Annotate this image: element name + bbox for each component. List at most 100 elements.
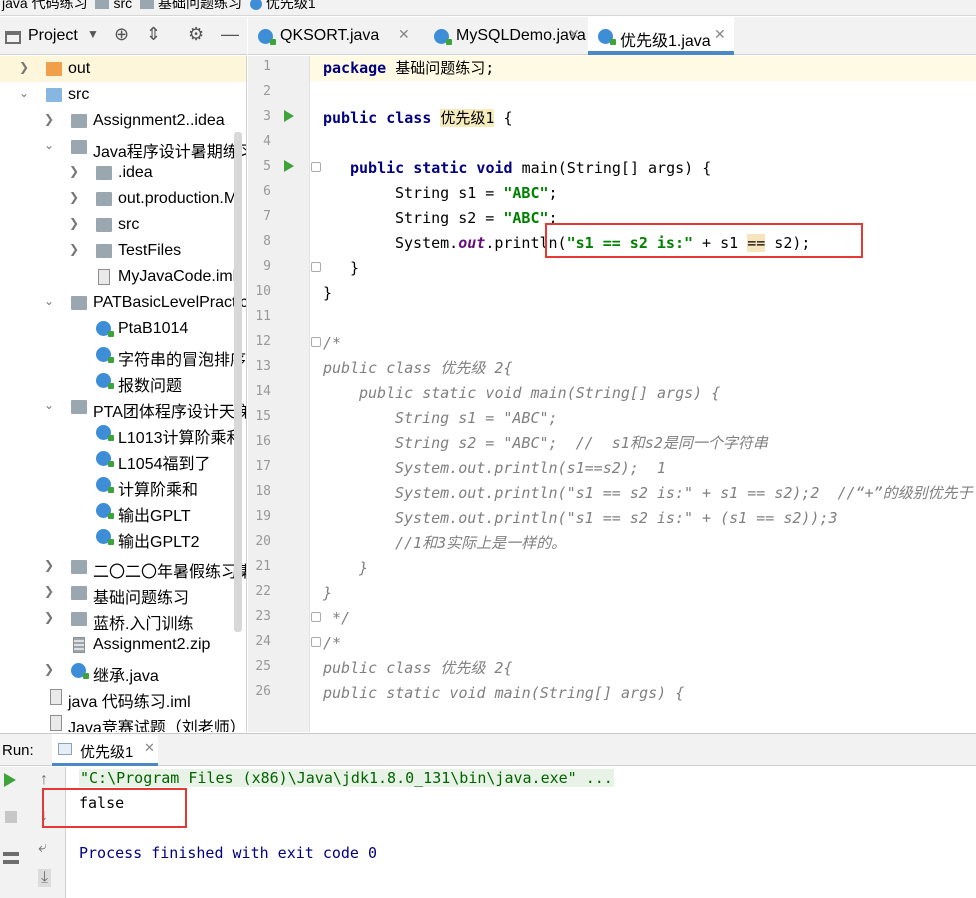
- folder-icon: [95, 0, 110, 10]
- keyword: package: [323, 59, 387, 77]
- tab-run-priority1[interactable]: 优先级1 ✕: [52, 734, 158, 766]
- code-text: String s1 =: [395, 184, 504, 202]
- tree-item[interactable]: L1013计算阶乘和: [0, 420, 246, 447]
- tree-item[interactable]: ❯ src: [0, 212, 246, 238]
- tree-item[interactable]: ⌄ Java程序设计暑期练习题: [0, 134, 246, 161]
- tree-item[interactable]: ❯ out.production.M: [0, 186, 246, 212]
- code-area[interactable]: package 基础问题练习; public class 优先级1 { publ…: [310, 56, 976, 732]
- tree-item[interactable]: ❯ 基础问题练习: [0, 580, 246, 607]
- project-view-icon: [5, 31, 21, 44]
- breadcrumb-project[interactable]: java 代码练习: [2, 0, 88, 11]
- keyword: public static void: [350, 159, 513, 177]
- tree-item-label: 二〇二〇年暑假练习集: [93, 564, 247, 581]
- chevron-right-icon[interactable]: ❯: [68, 190, 80, 204]
- close-icon[interactable]: ✕: [144, 740, 155, 756]
- tree-scrollbar[interactable]: [234, 132, 242, 632]
- tree-item[interactable]: Java竞赛试题（刘老师）.d: [0, 710, 246, 732]
- hide-icon[interactable]: —: [221, 24, 239, 45]
- run-gutter-icon[interactable]: [284, 160, 294, 172]
- tree-item[interactable]: ❯ 继承.java: [0, 658, 246, 685]
- tree-item-label: L1054福到了: [118, 456, 211, 473]
- tree-item[interactable]: ❯ Assignment2..idea: [0, 108, 246, 134]
- java-class-icon: [71, 663, 89, 679]
- tree-item[interactable]: 字符串的冒泡排序: [0, 342, 246, 369]
- java-class-icon: [96, 503, 114, 519]
- chevron-right-icon[interactable]: ❯: [68, 216, 80, 230]
- chevron-down-icon[interactable]: ⌄: [43, 398, 55, 412]
- folder-icon: [46, 88, 62, 102]
- project-view-selector[interactable]: Project: [28, 27, 78, 45]
- close-icon[interactable]: ✕: [714, 26, 726, 43]
- code-editor[interactable]: 1 2 3 4 5 6 7 8 9 10 11 12 13 14 15 16 1…: [248, 56, 976, 732]
- layout-icon[interactable]: [3, 852, 19, 864]
- line-number: 3: [263, 109, 271, 124]
- chevron-down-icon[interactable]: ⌄: [43, 294, 55, 308]
- tree-item[interactable]: ❯ 二〇二〇年暑假练习集: [0, 554, 247, 581]
- chevron-down-icon[interactable]: ⌄: [18, 86, 30, 100]
- chevron-right-icon[interactable]: ❯: [43, 662, 55, 676]
- chevron-right-icon[interactable]: ❯: [43, 112, 55, 126]
- tree-item-label: 继承.java: [93, 668, 159, 685]
- chevron-right-icon[interactable]: ❯: [68, 242, 80, 256]
- scroll-to-end-icon[interactable]: ⤓: [38, 869, 52, 887]
- close-icon[interactable]: ✕: [568, 26, 580, 43]
- tab-qksort[interactable]: QKSORT.java ✕: [248, 17, 420, 55]
- chevron-down-icon[interactable]: ⌄: [43, 138, 55, 152]
- chevron-right-icon[interactable]: ❯: [43, 584, 55, 598]
- chevron-right-icon[interactable]: ❯: [43, 610, 55, 624]
- tree-item[interactable]: L1054福到了: [0, 446, 246, 473]
- breadcrumb-class[interactable]: 优先级1: [266, 0, 316, 11]
- chevron-right-icon[interactable]: ❯: [43, 558, 55, 572]
- line-number: 8: [263, 234, 271, 249]
- run-console[interactable]: "C:\Program Files (x86)\Java\jdk1.8.0_13…: [67, 767, 976, 898]
- folder-icon: [46, 62, 62, 76]
- comment-line: System.out.println(s1==s2); 1: [395, 459, 666, 477]
- tree-item-label: 蓝桥.入门训练: [93, 616, 194, 633]
- code-text: System.: [395, 234, 459, 252]
- tree-item-label: java 代码练习.iml: [68, 694, 191, 711]
- breadcrumb-package[interactable]: 基础问题练习: [158, 0, 242, 11]
- locate-icon[interactable]: ⊕: [114, 24, 129, 45]
- stop-icon[interactable]: [5, 811, 17, 823]
- tree-item[interactable]: PtaB1014: [0, 316, 246, 342]
- collapse-all-icon[interactable]: ⇕: [146, 24, 161, 45]
- tree-item-out[interactable]: ❯ out: [0, 56, 246, 82]
- tree-item[interactable]: 计算阶乘和: [0, 472, 246, 499]
- tree-item[interactable]: ❯ 蓝桥.入门训练: [0, 606, 246, 633]
- tree-item-label: PTA团体程序设计天梯赛: [93, 404, 246, 421]
- tree-item[interactable]: java 代码练习.iml: [0, 684, 246, 711]
- chevron-right-icon[interactable]: ❯: [68, 164, 80, 178]
- folder-icon: [71, 140, 87, 154]
- breadcrumb-src[interactable]: src: [113, 0, 132, 11]
- tree-item[interactable]: ⌄ PATBasicLevelPractice: [0, 290, 246, 316]
- tree-item-src[interactable]: ⌄ src: [0, 82, 246, 108]
- code-text: String s2 =: [395, 209, 504, 227]
- keyword: public class: [323, 109, 432, 127]
- line-number: 6: [263, 184, 271, 199]
- chevron-down-icon[interactable]: ▼: [87, 27, 99, 41]
- tab-mysqldemo[interactable]: MySQLDemo.java ✕: [424, 17, 588, 55]
- code-text: main(String[] args) {: [512, 159, 712, 177]
- chevron-right-icon[interactable]: ❯: [18, 60, 30, 74]
- tree-item[interactable]: Assignment2.zip: [0, 632, 246, 658]
- rerun-icon[interactable]: [4, 773, 16, 787]
- tree-item[interactable]: 输出GPLT: [0, 498, 246, 525]
- tree-item[interactable]: MyJavaCode.iml: [0, 264, 246, 290]
- tree-item[interactable]: ❯ .idea: [0, 160, 246, 186]
- soft-wrap-icon[interactable]: ⤶: [38, 839, 47, 857]
- arrow-up-icon[interactable]: ↑: [40, 771, 48, 789]
- line-number: 11: [255, 309, 271, 324]
- gear-icon[interactable]: ⚙: [188, 24, 204, 45]
- close-icon[interactable]: ✕: [398, 26, 410, 43]
- tab-priority1[interactable]: 优先级1.java ✕: [588, 17, 734, 55]
- code-text: }: [323, 284, 333, 302]
- tree-item[interactable]: 输出GPLT2: [0, 524, 246, 551]
- code-line: }: [350, 256, 359, 281]
- tab-label: 优先级1.java: [620, 33, 711, 50]
- tree-item[interactable]: ⌄ PTA团体程序设计天梯赛: [0, 394, 246, 421]
- string-literal: "ABC": [503, 184, 549, 202]
- run-gutter-icon[interactable]: [284, 110, 294, 122]
- java-class-icon: [96, 425, 114, 441]
- tree-item[interactable]: 报数问题: [0, 368, 246, 395]
- tree-item[interactable]: ❯ TestFiles: [0, 238, 246, 264]
